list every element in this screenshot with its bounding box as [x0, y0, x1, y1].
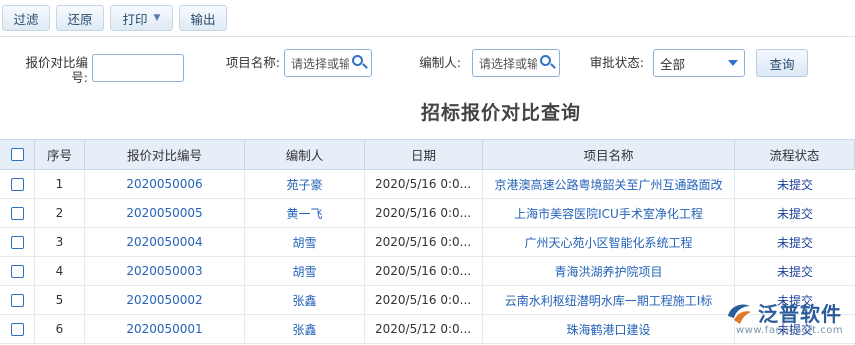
project-search-placeholder: 请选择或输 — [291, 56, 349, 71]
row-project-link[interactable]: 青海洪湖养护院项目 — [483, 257, 735, 285]
header-status[interactable]: 流程状态 — [735, 140, 855, 169]
row-code-link[interactable]: 2020050003 — [85, 257, 245, 285]
row-checkbox-cell — [0, 199, 35, 227]
row-checkbox[interactable] — [10, 177, 24, 191]
restore-button[interactable]: 还原 — [56, 5, 104, 31]
row-checkbox-cell — [0, 257, 35, 285]
row-status: 未提交 — [776, 235, 813, 250]
search-icon[interactable] — [537, 50, 559, 76]
project-filter-label: 项目名称: — [225, 55, 280, 70]
author-search-placeholder: 请选择或输 — [479, 56, 537, 71]
watermark-url: www.fanpusoft.com — [736, 325, 844, 336]
row-no: 4 — [35, 257, 85, 285]
row-checkbox[interactable] — [10, 264, 24, 278]
search-icon[interactable] — [349, 50, 371, 76]
row-checkbox-cell — [0, 228, 35, 256]
row-project-link[interactable]: 珠海鹤港口建设 — [483, 315, 735, 343]
row-date: 2020/5/16 0:0... — [365, 228, 483, 256]
row-no: 5 — [35, 286, 85, 314]
code-filter-input[interactable] — [92, 54, 184, 82]
select-all-checkbox[interactable] — [10, 148, 24, 161]
row-project-link[interactable]: 京港澳高速公路粤境韶关至广州互通路面改 — [483, 170, 735, 198]
query-button[interactable]: 查询 — [756, 49, 808, 77]
watermark-brand: 泛普软件 — [758, 302, 842, 326]
export-button[interactable]: 输出 — [179, 5, 227, 31]
table-row[interactable]: 4 2020050003 胡雪 2020/5/16 0:0... 青海洪湖养护院… — [0, 257, 855, 286]
table-row[interactable]: 1 2020050006 苑子豪 2020/5/16 0:0... 京港澳高速公… — [0, 170, 855, 199]
header-code[interactable]: 报价对比编号 — [85, 140, 245, 169]
row-date: 2020/5/16 0:0... — [365, 170, 483, 198]
row-author[interactable]: 张鑫 — [245, 315, 365, 343]
project-search-input[interactable]: 请选择或输 — [284, 49, 372, 77]
row-project-link[interactable]: 广州天心苑小区智能化系统工程 — [483, 228, 735, 256]
row-code-link[interactable]: 2020050006 — [85, 170, 245, 198]
table-header-row: 序号 报价对比编号 编制人 日期 项目名称 流程状态 — [0, 140, 855, 170]
row-checkbox[interactable] — [10, 322, 24, 336]
row-status: 未提交 — [776, 206, 813, 221]
export-button-label: 输出 — [190, 11, 216, 27]
chevron-down-icon: ▼ — [153, 13, 161, 23]
row-author[interactable]: 黄一飞 — [245, 199, 365, 227]
dropdown-arrow-icon — [728, 60, 738, 66]
row-no: 3 — [35, 228, 85, 256]
row-code-link[interactable]: 2020050005 — [85, 199, 245, 227]
toolbar: 过滤 还原 打印 ▼ 输出 — [0, 0, 855, 36]
table-row[interactable]: 3 2020050004 胡雪 2020/5/16 0:0... 广州天心苑小区… — [0, 228, 855, 257]
watermark: 泛普软件 www.fanpusoft.com — [722, 292, 855, 345]
status-select-value: 全部 — [660, 56, 686, 72]
row-author[interactable]: 胡雪 — [245, 228, 365, 256]
row-date: 2020/5/16 0:0... — [365, 286, 483, 314]
row-date: 2020/5/16 0:0... — [365, 199, 483, 227]
row-date: 2020/5/16 0:0... — [365, 257, 483, 285]
header-project[interactable]: 项目名称 — [483, 140, 735, 169]
header-date[interactable]: 日期 — [365, 140, 483, 169]
row-no: 6 — [35, 315, 85, 343]
row-author[interactable]: 胡雪 — [245, 257, 365, 285]
row-checkbox[interactable] — [10, 206, 24, 220]
filter-button[interactable]: 过滤 — [2, 5, 50, 31]
status-select[interactable]: 全部 — [653, 49, 745, 77]
row-checkbox-cell — [0, 315, 35, 343]
row-status: 未提交 — [776, 177, 813, 192]
row-status: 未提交 — [776, 264, 813, 279]
row-checkbox-cell — [0, 170, 35, 198]
brand-logo-icon — [728, 304, 751, 324]
row-code-link[interactable]: 2020050002 — [85, 286, 245, 314]
author-search-input[interactable]: 请选择或输 — [472, 49, 560, 77]
select-all-cell — [0, 140, 35, 169]
toolbar-divider — [0, 36, 855, 37]
code-filter-label: 报价对比编号: — [25, 55, 88, 85]
restore-button-label: 还原 — [67, 11, 93, 27]
row-date: 2020/5/12 0:0... — [365, 315, 483, 343]
row-checkbox[interactable] — [10, 235, 24, 249]
row-project-link[interactable]: 上海市美容医院ICU手术室净化工程 — [483, 199, 735, 227]
row-code-link[interactable]: 2020050004 — [85, 228, 245, 256]
table-row[interactable]: 2 2020050005 黄一飞 2020/5/16 0:0... 上海市美容医… — [0, 199, 855, 228]
query-button-label: 查询 — [769, 56, 795, 72]
row-project-link[interactable]: 云南水利枢纽潜明水库一期工程施工I标 — [483, 286, 735, 314]
row-checkbox-cell — [0, 286, 35, 314]
row-author[interactable]: 苑子豪 — [245, 170, 365, 198]
row-code-link[interactable]: 2020050001 — [85, 315, 245, 343]
row-checkbox[interactable] — [10, 293, 24, 307]
header-no[interactable]: 序号 — [35, 140, 85, 169]
print-button-label: 打印 — [122, 11, 148, 27]
row-no: 1 — [35, 170, 85, 198]
status-filter-label: 审批状态: — [589, 55, 644, 70]
author-filter-label: 编制人: — [419, 55, 461, 70]
row-author[interactable]: 张鑫 — [245, 286, 365, 314]
row-no: 2 — [35, 199, 85, 227]
page-title: 招标报价对比查询 — [420, 102, 581, 124]
filter-button-label: 过滤 — [13, 11, 39, 27]
print-button[interactable]: 打印 ▼ — [110, 5, 173, 31]
header-author[interactable]: 编制人 — [245, 140, 365, 169]
